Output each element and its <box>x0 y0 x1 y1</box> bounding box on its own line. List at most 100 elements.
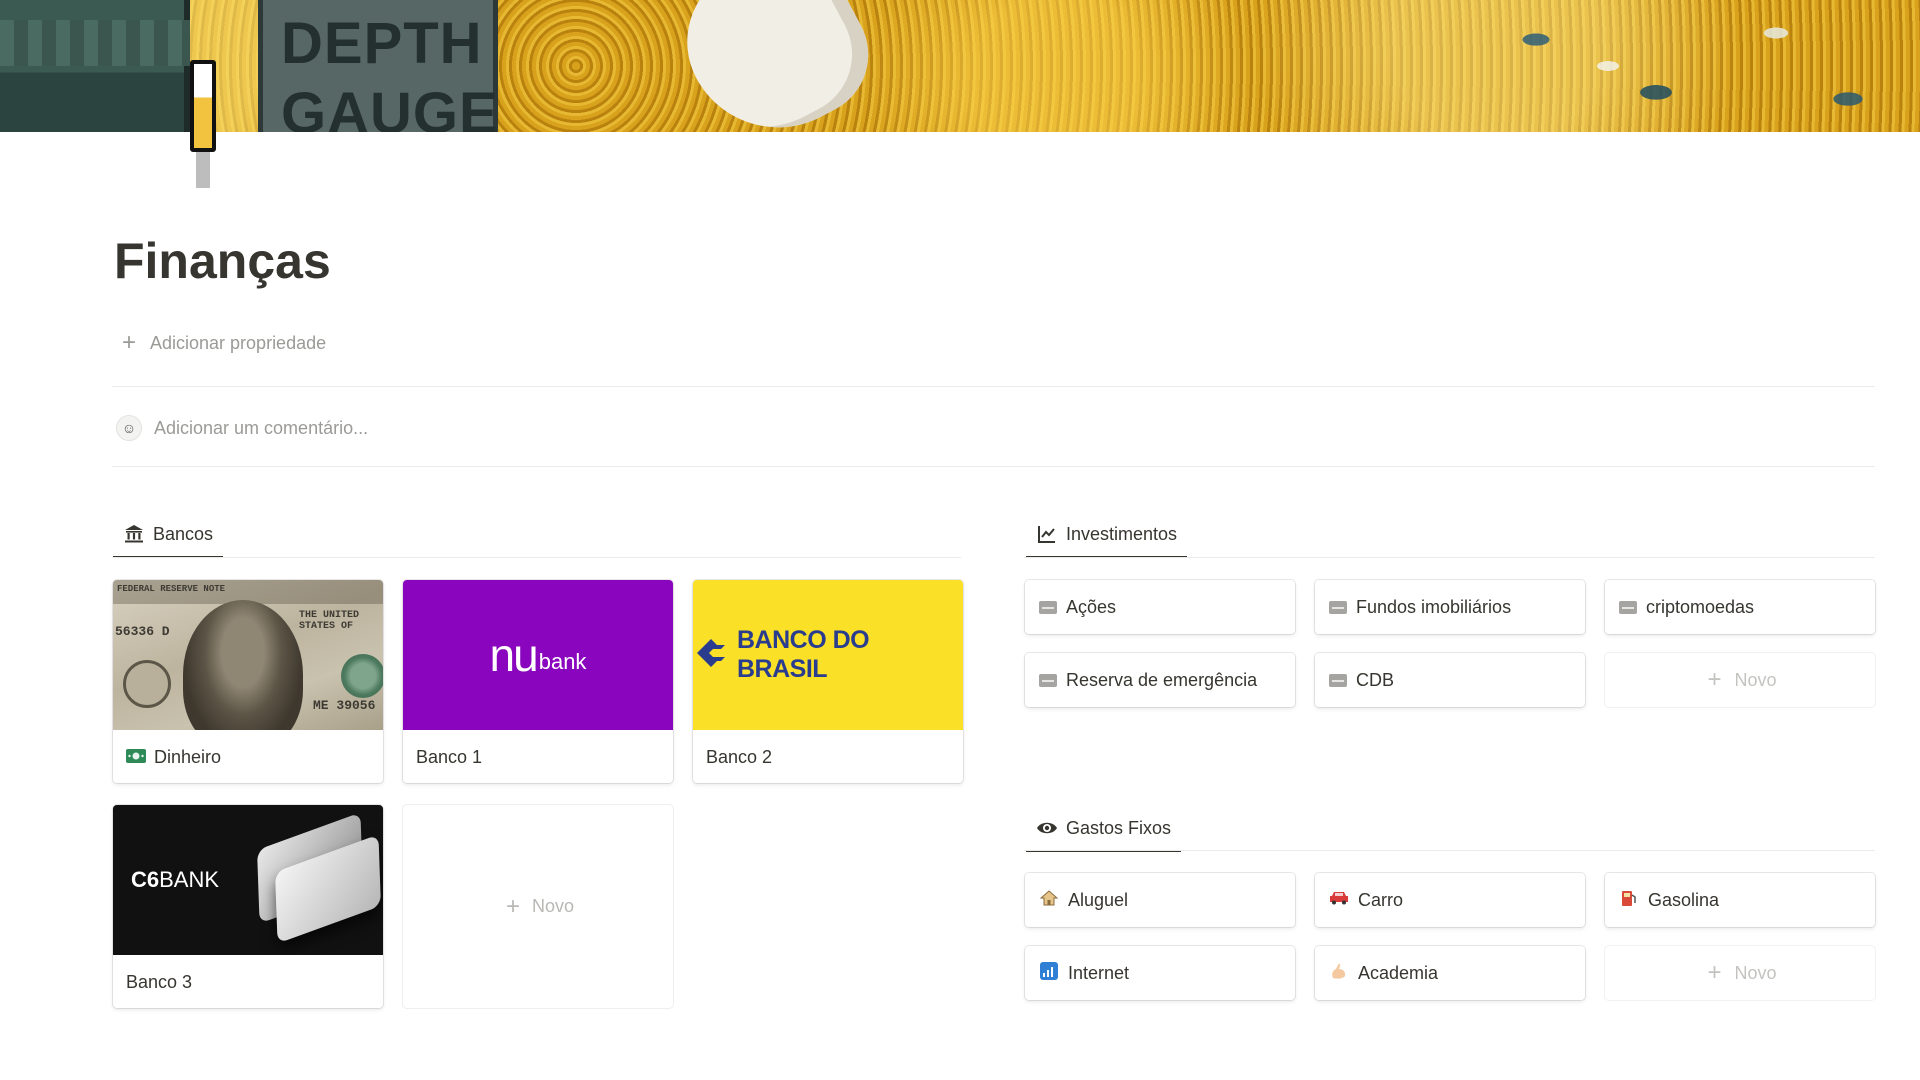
cover-belt-art <box>0 0 190 132</box>
card-label: Banco 1 <box>416 746 483 767</box>
card-title: Banco 1 <box>416 744 482 770</box>
bill-green-seal <box>341 654 383 698</box>
investimentos-new-button[interactable]: + Novo <box>1605 653 1875 707</box>
plus-icon: + <box>1707 959 1722 986</box>
gastos-fixos-new-button[interactable]: + Novo <box>1605 946 1875 1000</box>
list-card-label: criptomoedas <box>1646 596 1755 617</box>
comment-divider <box>112 466 1875 467</box>
tab-gastos-fixos-label: Gastos Fixos <box>1066 817 1172 838</box>
list-card-label: Aluguel <box>1068 889 1129 910</box>
card-page-icon <box>1039 673 1057 687</box>
bill-top-text: FEDERAL RESERVE NOTE <box>117 584 226 594</box>
card-page-icon <box>1619 600 1637 614</box>
bill-portrait <box>183 600 303 730</box>
tab-investimentos-label: Investimentos <box>1066 523 1178 544</box>
plus-icon: + <box>505 892 520 920</box>
cover-hand-art <box>660 0 890 132</box>
cover-depth-gauge-sign: DEPTH GAUGE <box>258 0 498 132</box>
new-label: Novo <box>531 896 575 916</box>
card-label: Dinheiro <box>154 746 222 767</box>
investimentos-section-line <box>1024 557 1875 558</box>
list-card-criptomoedas[interactable]: criptomoedas <box>1605 580 1875 634</box>
page-cover[interactable]: DEPTH GAUGE <box>0 0 1920 132</box>
bank-building-icon <box>123 523 145 545</box>
bancos-section-line <box>112 557 961 558</box>
card-label: Banco 3 <box>126 971 193 992</box>
list-card-label: Fundos imobiliários <box>1356 596 1512 617</box>
tab-investimentos[interactable]: Investimentos <box>1026 516 1188 558</box>
page-icon-depth-gauge[interactable] <box>190 60 216 190</box>
cover-leaves-art <box>1440 0 1920 132</box>
signal-bars-icon <box>1039 961 1059 985</box>
banco-do-brasil-symbol-icon <box>693 637 729 674</box>
list-card-internet[interactable]: Internet <box>1025 946 1295 1000</box>
list-card-cdb[interactable]: CDB <box>1315 653 1585 707</box>
tab-bancos-label: Bancos <box>153 523 214 544</box>
card-title: Banco 2 <box>706 744 772 770</box>
car-icon <box>1329 891 1349 910</box>
gallery-card-dinheiro[interactable]: FEDERAL RESERVE NOTE THE UNITED STATES O… <box>113 580 383 783</box>
nubank-logo-image: nu bank <box>403 580 673 730</box>
list-card-label: Gasolina <box>1648 889 1720 910</box>
comment-placeholder: Adicionar um comentário... <box>154 417 369 438</box>
card-label: Banco 2 <box>706 746 773 767</box>
plus-icon: + <box>121 329 136 356</box>
new-label: Novo <box>1734 669 1777 690</box>
dollar-bill-image: FEDERAL RESERVE NOTE THE UNITED STATES O… <box>113 580 383 730</box>
gauge-text-line1: DEPTH <box>281 11 483 76</box>
card-title: Dinheiro <box>126 744 221 770</box>
bill-serial-top: 56336 D <box>115 624 170 639</box>
tab-bancos[interactable]: Bancos <box>113 516 224 558</box>
nubank-logo-bank: bank <box>538 649 587 674</box>
plus-icon: + <box>1707 666 1722 693</box>
gauge-stem-icon <box>196 152 210 188</box>
list-card-gasolina[interactable]: Gasolina <box>1605 873 1875 927</box>
card-page-icon <box>1329 673 1347 687</box>
list-card-label: Ações <box>1066 596 1117 617</box>
gallery-card-banco-3[interactable]: C6BANK Banco 3 <box>113 805 383 1008</box>
list-card-fundos-imobiliarios[interactable]: Fundos imobiliários <box>1315 580 1585 634</box>
list-card-reserva-de-emergencia[interactable]: Reserva de emergência <box>1025 653 1295 707</box>
card-page-icon <box>1039 600 1057 614</box>
gastos-fixos-section-line <box>1024 850 1875 851</box>
list-card-label: Internet <box>1068 962 1130 983</box>
c6-bank-logo-image: C6BANK <box>113 805 383 955</box>
flexed-arm-icon <box>1329 962 1349 985</box>
eye-icon <box>1036 817 1058 839</box>
list-card-acoes[interactable]: Ações <box>1025 580 1295 634</box>
bill-seal <box>123 660 171 708</box>
add-property-button[interactable]: + Adicionar propriedade <box>118 330 326 356</box>
c6-logo-light: BANK <box>159 867 220 892</box>
house-icon <box>1039 889 1059 911</box>
list-card-academia[interactable]: Academia <box>1315 946 1585 1000</box>
gallery-card-banco-2[interactable]: BANCO DO BRASIL Banco 2 <box>693 580 963 783</box>
nubank-logo-nu: nu <box>489 629 539 681</box>
c6-bank-logo-text: C6BANK <box>131 867 219 893</box>
gallery-new-button[interactable]: + Novo <box>403 805 673 1008</box>
bill-side-text: THE UNITED STATES OF <box>299 610 360 632</box>
fuel-pump-icon <box>1619 889 1639 912</box>
banco-do-brasil-logo-image: BANCO DO BRASIL <box>693 580 963 730</box>
gauge-text-line2: GAUGE <box>281 81 499 133</box>
comment-input[interactable]: ☺ Adicionar um comentário... <box>116 414 368 442</box>
gallery-card-banco-1[interactable]: nu bank Banco 1 <box>403 580 673 783</box>
tab-gastos-fixos[interactable]: Gastos Fixos <box>1026 810 1182 852</box>
list-card-aluguel[interactable]: Aluguel <box>1025 873 1295 927</box>
list-card-label: Academia <box>1358 962 1439 983</box>
user-avatar: ☺ <box>116 415 142 441</box>
page-title[interactable]: Finanças <box>114 232 331 290</box>
c6-logo-bold: C6 <box>131 867 160 892</box>
bill-serial-bottom: ME 39056 <box>313 698 376 713</box>
list-card-label: Reserva de emergência <box>1066 669 1258 690</box>
list-card-label: Carro <box>1358 889 1404 910</box>
new-card-content: + Novo <box>403 805 673 1008</box>
banco-do-brasil-logo-text: BANCO DO BRASIL <box>737 626 870 683</box>
add-property-label: Adicionar propriedade <box>150 332 327 353</box>
list-card-carro[interactable]: Carro <box>1315 873 1585 927</box>
list-card-label: CDB <box>1356 669 1395 690</box>
new-label: Novo <box>1734 962 1777 983</box>
card-title: Banco 3 <box>126 969 192 995</box>
header-divider <box>112 386 1875 387</box>
card-page-icon <box>1329 600 1347 614</box>
money-icon <box>126 747 146 768</box>
